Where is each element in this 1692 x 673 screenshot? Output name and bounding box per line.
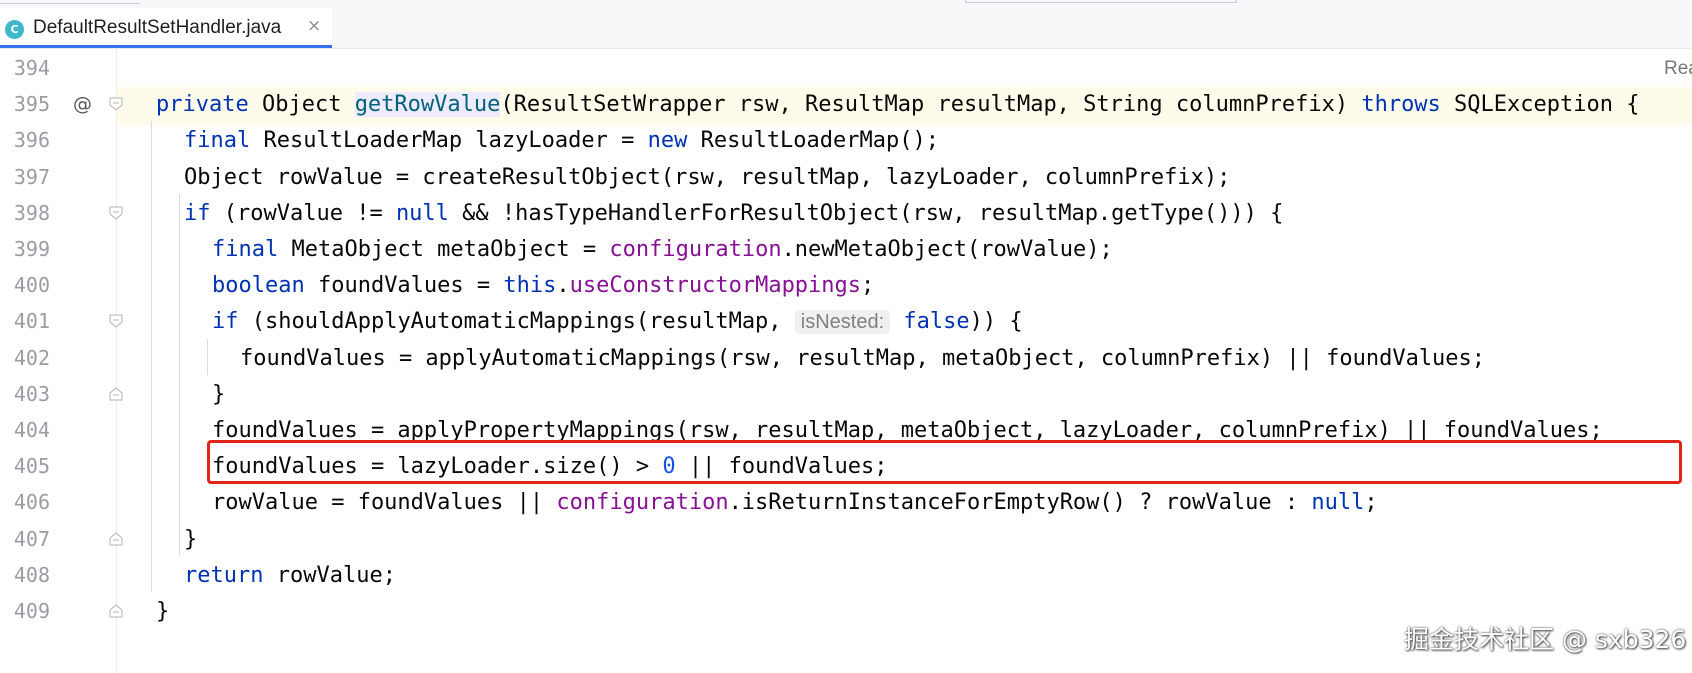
line-number: 399 (13, 237, 50, 261)
fold-end-icon[interactable] (109, 604, 123, 618)
fold-end-icon[interactable] (109, 387, 123, 401)
code-token: . (556, 273, 570, 299)
code-token: Object rowValue = createResultObject(rsw… (184, 164, 1231, 190)
toolbar-edge (0, 0, 140, 4)
indent-guide (151, 121, 152, 592)
line-number: 404 (13, 418, 50, 442)
line-number: 405 (13, 454, 50, 479)
code-token: if (212, 309, 239, 335)
line-number: 400 (13, 273, 50, 298)
toolbar-edge (965, 0, 1237, 3)
code-token: false (903, 309, 970, 335)
code-token: configuration (556, 490, 729, 516)
code-token: throws (1361, 92, 1441, 118)
code-token: ResultLoaderMap lazyLoader = (250, 128, 648, 154)
code-token: rowValue; (263, 562, 396, 588)
highlight-annotation-box (207, 440, 1682, 484)
line-number: 408 (13, 562, 50, 587)
code-token: useConstructorMappings (569, 273, 862, 299)
editor-tab-bar: C DefaultResultSetHandler.java × (0, 0, 1692, 49)
reader-mode-button[interactable]: Rea (1664, 58, 1692, 80)
code-token: private (156, 92, 249, 118)
fold-start-icon[interactable] (109, 206, 123, 220)
code-token: null (1311, 490, 1365, 516)
code-token: } (212, 381, 226, 407)
line-number: 397 (13, 164, 50, 189)
line-number: 409 (13, 599, 50, 623)
line-number: 396 (13, 128, 50, 153)
code-token: } (156, 599, 170, 624)
code-line[interactable]: foundValues = applyAutomaticMappings(rsw… (240, 339, 1485, 378)
code-token: new (647, 128, 688, 154)
code-token: ; (1364, 490, 1378, 516)
line-number: 402 (13, 345, 50, 370)
tab-default-result-set-handler[interactable]: C DefaultResultSetHandler.java × (0, 8, 332, 48)
code-token: (rowValue != (210, 200, 396, 226)
line-number: 395 (13, 92, 50, 117)
code-token: final (184, 128, 251, 154)
code-line[interactable]: } (212, 375, 225, 414)
code-token: return (184, 562, 264, 588)
fold-start-icon[interactable] (109, 97, 123, 111)
code-line[interactable]: final ResultLoaderMap lazyLoader = new R… (184, 121, 939, 160)
tab-label: DefaultResultSetHandler.java (33, 17, 282, 38)
code-token: Object (248, 92, 355, 118)
code-token: final (212, 237, 279, 262)
code-line[interactable]: private Object getRowValue(ResultSetWrap… (156, 85, 1640, 124)
code-line[interactable]: if (shouldApplyAutomaticMappings(resultM… (212, 302, 1023, 341)
code-token: (ResultSetWrapper rsw, ResultMap resultM… (500, 92, 1362, 118)
line-number: 403 (13, 381, 50, 406)
parameter-hint: isNested: (794, 310, 891, 335)
code-line[interactable]: } (184, 520, 197, 559)
code-token: .newMetaObject(rowValue); (781, 237, 1113, 262)
indent-guide (179, 193, 180, 556)
code-line[interactable]: return rowValue; (184, 556, 396, 595)
fold-end-icon[interactable] (109, 531, 123, 546)
code-token: if (184, 200, 211, 226)
code-line[interactable]: if (rowValue != null && !hasTypeHandlerF… (184, 194, 1283, 233)
close-icon[interactable]: × (307, 16, 321, 36)
code-token: ; (861, 273, 875, 299)
code-token: rowValue = foundValues || (212, 490, 557, 516)
code-token: foundValues = applyAutomaticMappings(rsw… (240, 345, 1486, 371)
gutter-separator (116, 49, 117, 673)
override-marker-icon[interactable]: @ (73, 85, 92, 124)
fold-start-icon[interactable] (109, 314, 123, 329)
line-number: 407 (13, 526, 50, 551)
code-token: } (184, 526, 198, 552)
code-token: && !hasTypeHandlerForResultObject(rsw, r… (448, 200, 1284, 226)
watermark: 掘金技术社区 @ sxb326 (1404, 625, 1687, 654)
code-token: )) { (969, 309, 1023, 335)
code-token: ResultLoaderMap(); (687, 128, 940, 154)
code-line[interactable]: boolean foundValues = this.useConstructo… (212, 266, 874, 305)
code-token: null (395, 200, 449, 226)
code-token: .isReturnInstanceForEmptyRow() ? rowValu… (728, 490, 1312, 516)
code-token: SQLException { (1440, 92, 1640, 118)
code-line[interactable]: rowValue = foundValues || configuration.… (212, 483, 1378, 522)
code-line[interactable]: Object rowValue = createResultObject(rsw… (184, 158, 1230, 197)
code-token: getRowValue (354, 92, 501, 118)
line-number: 406 (13, 490, 50, 515)
code-token: this (503, 273, 557, 299)
line-number: 394 (13, 56, 50, 80)
code-line[interactable]: final MetaObject metaObject = configurat… (212, 230, 1113, 269)
line-number: 401 (13, 309, 50, 334)
code-line[interactable]: } (156, 592, 169, 631)
line-number: 398 (13, 200, 50, 225)
code-token: boolean (212, 273, 305, 299)
code-token: configuration (609, 237, 782, 262)
indent-guide (207, 338, 208, 375)
code-token: MetaObject metaObject = (278, 237, 610, 262)
code-token: (shouldApplyAutomaticMappings(resultMap, (238, 309, 795, 335)
java-class-icon: C (5, 20, 24, 39)
code-token: foundValues = (304, 273, 504, 299)
